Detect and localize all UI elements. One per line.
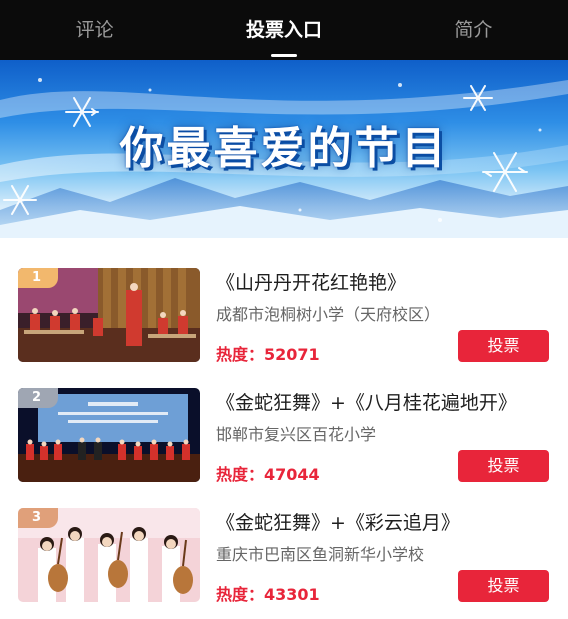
list-item: 2 《金蛇狂舞》+《八月桂花遍地开》 邯郸市复兴区百花小学 热度：47044 投…	[0, 370, 568, 484]
heat-label: 热度：	[216, 585, 265, 604]
heat-label: 热度：	[216, 465, 265, 484]
banner: 你最喜爱的节目	[0, 60, 568, 238]
school-name: 邯郸市复兴区百花小学	[216, 425, 377, 444]
program-thumbnail[interactable]: 2	[18, 388, 200, 482]
program-title: 《金蛇狂舞》+《彩云追月》	[216, 512, 460, 534]
heat-score: 热度：52071	[216, 341, 320, 365]
active-tab-indicator	[270, 54, 297, 57]
rank-badge: 3	[18, 508, 58, 528]
program-thumbnail[interactable]: 1	[18, 268, 200, 362]
tab-comments[interactable]: 评论	[0, 0, 189, 60]
vote-button[interactable]: 投票	[458, 570, 549, 602]
program-thumbnail[interactable]: 3	[18, 508, 200, 602]
rank-badge: 1	[18, 268, 58, 288]
school-name: 成都市泡桐树小学（天府校区）	[216, 305, 441, 324]
heat-label: 热度：	[216, 345, 265, 364]
vote-button[interactable]: 投票	[458, 450, 549, 482]
heat-value: 43301	[264, 585, 320, 604]
vote-button[interactable]: 投票	[458, 330, 549, 362]
heat-score: 热度：47044	[216, 461, 320, 485]
tab-vote-entry[interactable]: 投票入口	[189, 0, 378, 60]
heat-value: 47044	[264, 465, 320, 484]
tab-label: 评论	[75, 19, 114, 41]
heat-score: 热度：43301	[216, 581, 320, 605]
program-title: 《金蛇狂舞》+《八月桂花遍地开》	[216, 392, 517, 414]
tab-intro[interactable]: 简介	[379, 0, 568, 60]
program-title: 《山丹丹开花红艳艳》	[216, 272, 407, 294]
list-item: 1 《山丹丹开花红艳艳》 成都市泡桐树小学（天府校区） 热度：52071 投票	[0, 250, 568, 364]
banner-title: 你最喜爱的节目	[119, 123, 449, 174]
rank-badge: 2	[18, 388, 58, 408]
list-item: 3 《金蛇狂舞》+《彩云追月》 重庆市巴南区鱼洞新华小学校 热度：43301 投…	[0, 490, 568, 604]
tab-label: 简介	[454, 19, 493, 41]
tab-bar: 评论 投票入口 简介	[0, 0, 568, 60]
tab-label: 投票入口	[245, 19, 322, 41]
school-name: 重庆市巴南区鱼洞新华小学校	[216, 545, 425, 564]
heat-value: 52071	[264, 345, 320, 364]
